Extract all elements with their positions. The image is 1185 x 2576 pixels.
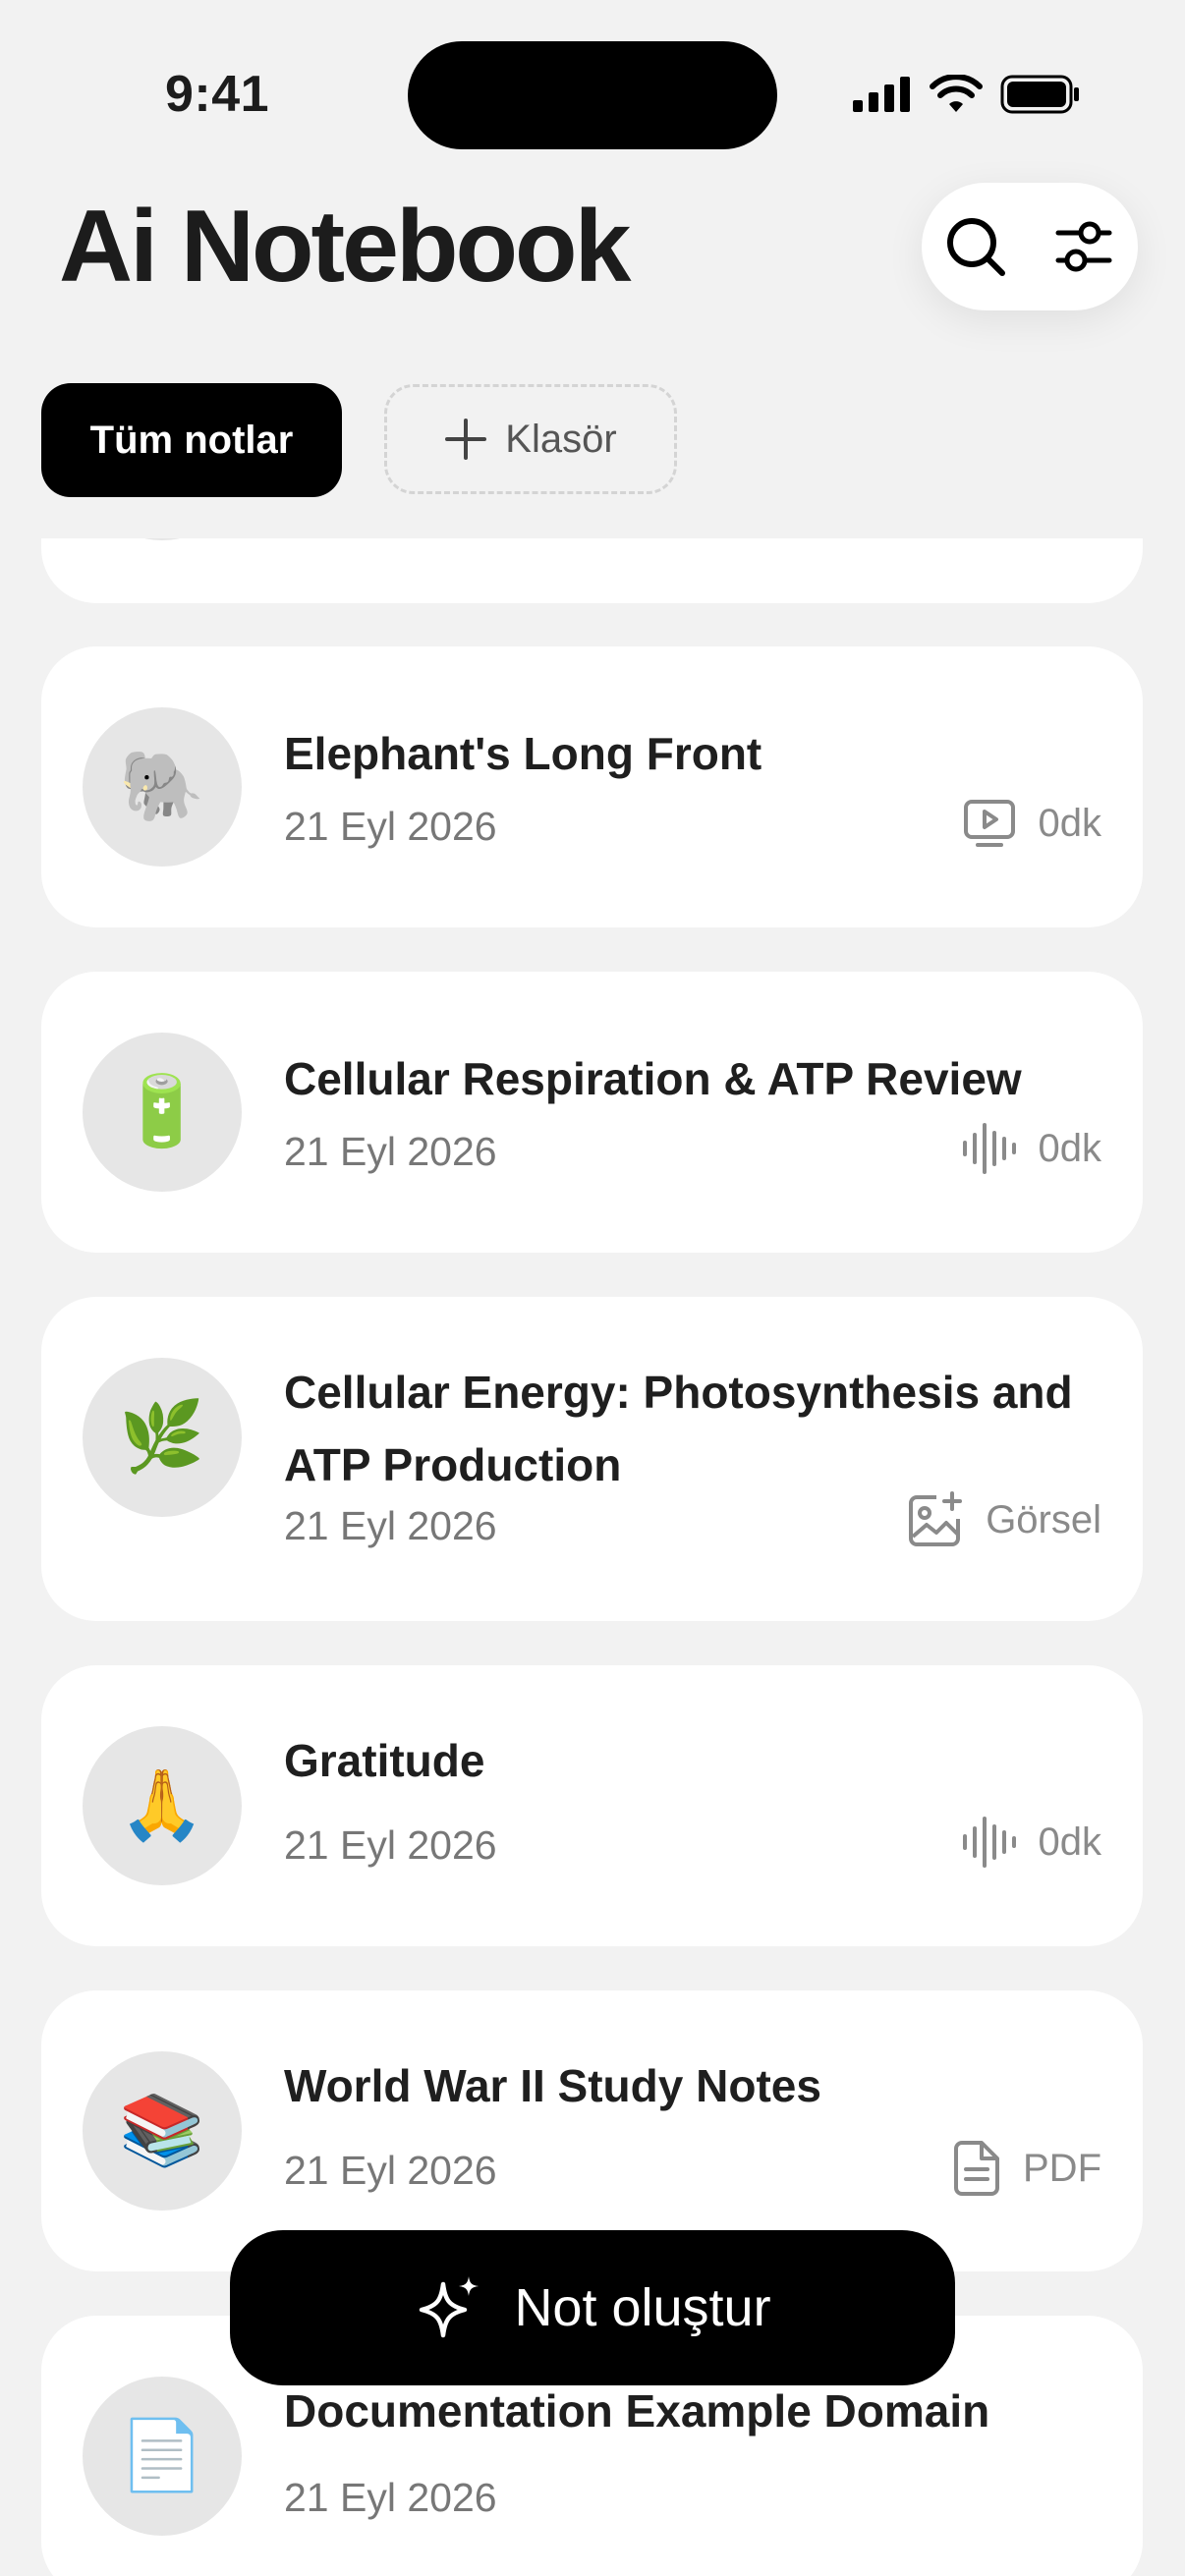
- note-type-label: PDF: [1023, 2146, 1101, 2190]
- note-date: 21 Eyl 2026: [284, 804, 497, 849]
- note-title: Elephant's Long Front: [284, 728, 762, 779]
- sliders-icon: [1055, 221, 1112, 272]
- note-date: 21 Eyl 2026: [284, 1129, 497, 1174]
- note-date: 21 Eyl 2026: [284, 2475, 497, 2520]
- note-emoji: 🌿: [83, 1358, 242, 1517]
- note-date: 21 Eyl 2026: [284, 1503, 497, 1548]
- note-date: 21 Eyl 2026: [284, 2148, 497, 2193]
- video-icon: [963, 800, 1015, 847]
- cellular-signal-icon: [853, 77, 910, 112]
- search-button[interactable]: [936, 207, 1015, 286]
- note-meta: PDF: [952, 2140, 1101, 2197]
- waveform-icon: [962, 1817, 1016, 1868]
- note-title: Gratitude: [284, 1735, 485, 1786]
- status-time: 9:41: [165, 66, 270, 123]
- note-meta: 0dk: [960, 1121, 1102, 1176]
- battery-icon: [1000, 75, 1079, 114]
- header-actions: [922, 183, 1138, 310]
- create-note-label: Not oluştur: [514, 2278, 771, 2337]
- add-folder-label: Klasör: [505, 417, 617, 461]
- note-title: Cellular Respiration & ATP Review: [284, 1053, 1022, 1104]
- dynamic-island: [408, 41, 777, 149]
- note-duration: 0dk: [1038, 1820, 1102, 1864]
- note-date: 21 Eyl 2026: [284, 1822, 497, 1868]
- note-title: World War II Study Notes: [284, 2060, 821, 2111]
- note-emoji: 🔋: [83, 1033, 242, 1192]
- note-emoji: 🙏: [83, 1726, 242, 1885]
- create-note-button[interactable]: Not oluştur: [230, 2230, 955, 2385]
- image-add-icon: [909, 1491, 963, 1546]
- note-type-label: Görsel: [986, 1497, 1101, 1541]
- note-emoji: 📚: [83, 2051, 242, 2211]
- filter-button[interactable]: [1044, 207, 1123, 286]
- search-icon: [947, 218, 1005, 276]
- sparkles-icon: [420, 2276, 480, 2338]
- add-folder-button[interactable]: Klasör: [384, 384, 677, 494]
- list-item-partial[interactable]: [41, 538, 1143, 603]
- note-title: Cellular Energy: Photosynthesis and ATP …: [284, 1367, 1073, 1490]
- note-meta: 0dk: [962, 796, 1102, 851]
- plus-icon: [445, 419, 487, 460]
- note-thumbnail: [83, 538, 242, 540]
- app-title: Ai Notebook: [59, 190, 631, 304]
- note-duration: 0dk: [1038, 1126, 1102, 1170]
- note-title: Documentation Example Domain: [284, 2385, 990, 2436]
- note-emoji: 📄: [83, 2377, 242, 2536]
- note-meta: 0dk: [960, 1815, 1102, 1870]
- list-item[interactable]: 🙏 Gratitude 21 Eyl 2026 0dk: [41, 1665, 1143, 1946]
- note-emoji: 🐘: [83, 707, 242, 867]
- waveform-icon: [962, 1123, 1016, 1174]
- tab-all-notes[interactable]: Tüm notlar: [41, 383, 342, 497]
- list-item[interactable]: 🐘 Elephant's Long Front 21 Eyl 2026 0dk: [41, 646, 1143, 927]
- pdf-document-icon: [954, 2141, 999, 2196]
- note-meta: Görsel: [907, 1491, 1101, 1548]
- list-item[interactable]: 🌿 Cellular Energy: Photosynthesis and AT…: [41, 1297, 1143, 1621]
- note-duration: 0dk: [1038, 801, 1102, 845]
- wifi-icon: [930, 75, 983, 112]
- status-icons: [853, 75, 1081, 114]
- list-item[interactable]: 🔋 Cellular Respiration & ATP Review 21 E…: [41, 972, 1143, 1253]
